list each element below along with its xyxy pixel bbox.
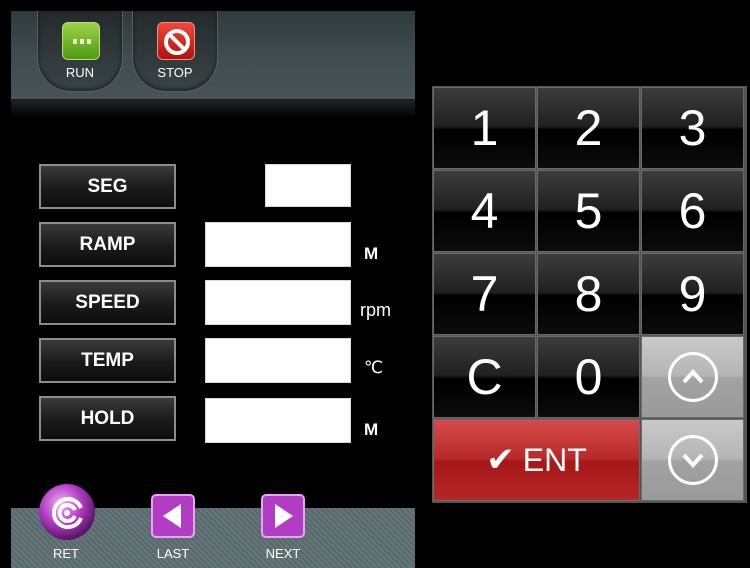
key-8[interactable]: 8 [537, 253, 640, 335]
return-icon [39, 484, 95, 540]
enter-label: ENT [522, 441, 587, 478]
key-4[interactable]: 4 [433, 170, 536, 252]
ramp-button[interactable]: RAMP [39, 222, 176, 267]
control-panel: RUN STOP SEG RAMP M SPEED rpm TEMP ℃ HOL… [0, 0, 415, 568]
key-7[interactable]: 7 [433, 253, 536, 335]
checkmark-icon: ✔ [486, 441, 515, 479]
next-button[interactable] [261, 494, 305, 538]
speed-input[interactable] [205, 280, 351, 325]
key-9[interactable]: 9 [641, 253, 744, 335]
down-arrow-icon [667, 435, 718, 485]
key-3[interactable]: 3 [641, 87, 744, 169]
hold-button[interactable]: HOLD [39, 396, 176, 441]
hold-unit: M [364, 420, 379, 439]
key-1[interactable]: 1 [433, 87, 536, 169]
key-6[interactable]: 6 [641, 170, 744, 252]
ramp-unit: M [364, 244, 379, 263]
key-2[interactable]: 2 [537, 87, 640, 169]
seg-button[interactable]: SEG [39, 164, 176, 209]
stop-button[interactable]: STOP [132, 11, 218, 92]
temp-button[interactable]: TEMP [39, 338, 176, 383]
up-button[interactable] [641, 336, 744, 418]
last-label: LAST [156, 546, 190, 561]
stop-label: STOP [157, 65, 193, 80]
down-button[interactable] [641, 419, 744, 501]
temp-unit: ℃ [364, 358, 384, 377]
stop-icon [157, 22, 195, 60]
key-clear[interactable]: C [433, 336, 536, 418]
numeric-keypad: 1 2 3 4 5 6 7 8 9 C 0 ✔ ENT [432, 86, 747, 503]
speed-button[interactable]: SPEED [39, 280, 176, 325]
speed-unit: rpm [360, 300, 391, 320]
temp-input[interactable] [205, 338, 351, 383]
run-icon [62, 22, 100, 60]
seg-input[interactable] [265, 164, 351, 207]
last-button[interactable] [151, 494, 195, 538]
ramp-input[interactable] [205, 222, 351, 267]
left-arrow-icon [151, 494, 195, 538]
hold-input[interactable] [205, 398, 351, 443]
run-button[interactable]: RUN [37, 11, 123, 92]
ret-label: RET [53, 546, 79, 561]
enter-button[interactable]: ✔ ENT [433, 419, 640, 501]
key-5[interactable]: 5 [537, 170, 640, 252]
run-label: RUN [65, 65, 95, 80]
next-label: NEXT [265, 546, 301, 561]
up-arrow-icon [667, 352, 718, 402]
toolbar-shadow [11, 100, 415, 118]
right-arrow-icon [261, 494, 305, 538]
key-0[interactable]: 0 [537, 336, 640, 418]
ret-button[interactable] [37, 484, 97, 542]
